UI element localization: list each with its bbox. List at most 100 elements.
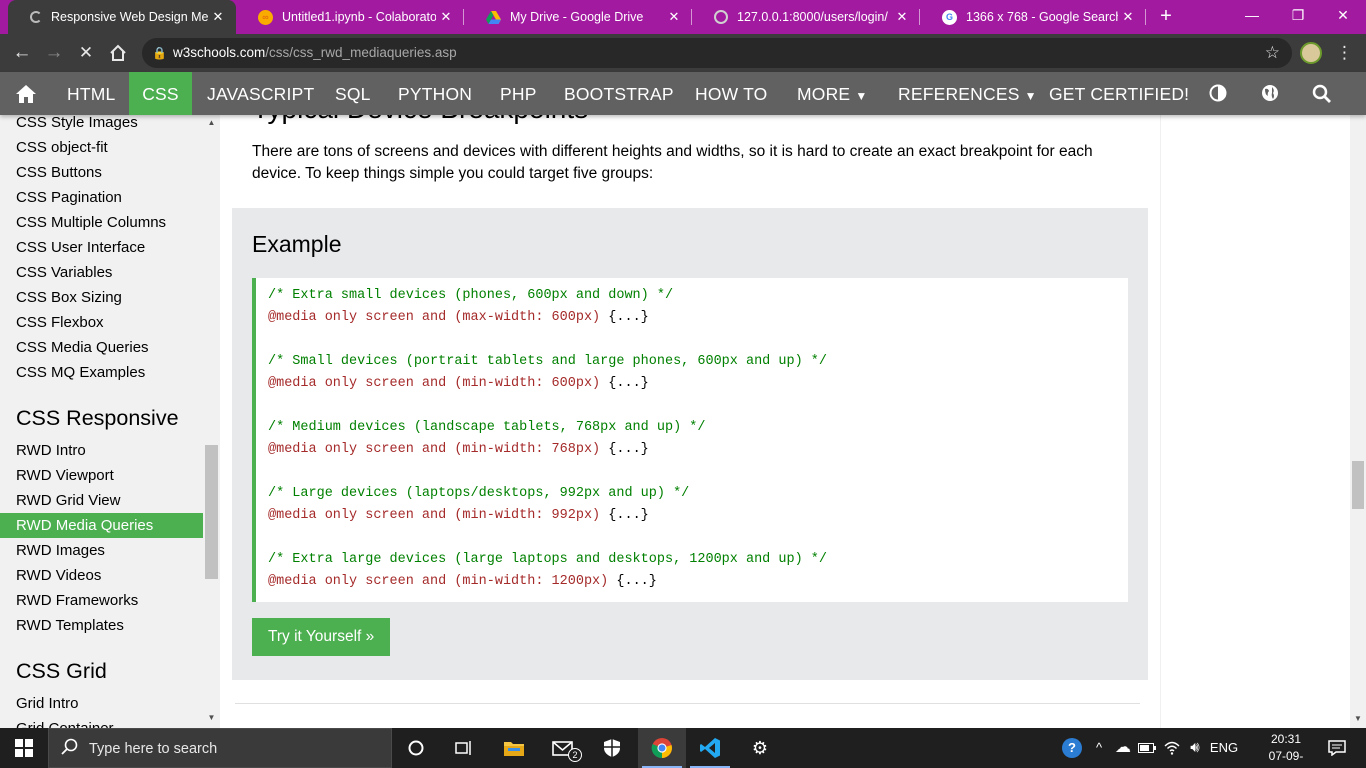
- tab-google-search[interactable]: G 1366 x 768 - Google Search ✕: [920, 0, 1146, 34]
- tab-title: 127.0.0.1:8000/users/login/: [737, 10, 888, 24]
- divider: [235, 703, 1140, 704]
- security-shield-icon[interactable]: [588, 728, 636, 768]
- close-tab-icon[interactable]: ✕: [892, 9, 912, 25]
- wifi-icon[interactable]: [1162, 728, 1182, 768]
- chevron-up-icon[interactable]: ^: [1090, 728, 1108, 768]
- close-tab-icon[interactable]: ✕: [664, 9, 684, 25]
- nav-bootstrap[interactable]: BOOTSTRAP: [564, 72, 674, 115]
- back-arrow-icon[interactable]: ←: [8, 40, 36, 66]
- chrome-taskbar-icon[interactable]: [638, 728, 686, 768]
- sidebar-item-css-variables[interactable]: CSS Variables: [0, 260, 203, 285]
- file-explorer-icon[interactable]: [490, 728, 538, 768]
- nav-more[interactable]: MORE ▼: [797, 72, 867, 115]
- nav-sql[interactable]: SQL: [335, 72, 371, 115]
- nav-references[interactable]: REFERENCES ▼: [898, 72, 1037, 115]
- sidebar-item-css-user-interface[interactable]: CSS User Interface: [0, 235, 203, 260]
- notification-center-icon[interactable]: [1322, 728, 1352, 768]
- battery-icon[interactable]: [1136, 728, 1158, 768]
- cortana-icon[interactable]: [392, 728, 440, 768]
- page-scroll-thumb[interactable]: [1352, 461, 1364, 509]
- page-scrollbar[interactable]: ▲ ▼: [1350, 72, 1366, 728]
- new-tab-button[interactable]: +: [1154, 5, 1178, 29]
- example-box: Example /* Extra small devices (phones, …: [232, 208, 1148, 680]
- sidebar-item-css-object-fit[interactable]: CSS object-fit: [0, 135, 203, 160]
- nav-python[interactable]: PYTHON: [398, 72, 472, 115]
- bookmark-star-icon[interactable]: ☆: [1265, 38, 1280, 68]
- restore-window-button[interactable]: ❐: [1275, 0, 1321, 32]
- stop-loading-icon[interactable]: ✕: [72, 40, 100, 66]
- profile-avatar[interactable]: [1300, 42, 1322, 64]
- url-text: w3schools.com/css/css_rwd_mediaqueries.a…: [173, 45, 457, 60]
- sidebar-item-rwd-templates[interactable]: RWD Templates: [0, 613, 203, 638]
- sidebar-heading-css-responsive: CSS Responsive: [16, 406, 179, 430]
- nav-get-certified[interactable]: GET CERTIFIED!: [1049, 72, 1189, 115]
- windows-taskbar: Type here to search 2 ⚙ ? ^ ☁ 🔊︎ ENG 20:…: [0, 728, 1366, 768]
- nav-javascript[interactable]: JAVASCRIPT: [207, 72, 314, 115]
- search-icon[interactable]: [1308, 72, 1336, 115]
- code-rule: @media only screen and (min-width: 992px…: [268, 508, 649, 523]
- close-tab-icon[interactable]: ✕: [1118, 9, 1138, 25]
- sidebar-item-css-flexbox[interactable]: CSS Flexbox: [0, 310, 203, 335]
- home-icon[interactable]: [8, 72, 44, 115]
- sidebar-item-rwd-viewport[interactable]: RWD Viewport: [0, 463, 203, 488]
- google-icon: G: [942, 9, 957, 25]
- address-bar[interactable]: 🔒 w3schools.com/css/css_rwd_mediaqueries…: [142, 38, 1292, 68]
- taskbar-search-box[interactable]: Type here to search: [48, 728, 392, 768]
- nav-php[interactable]: PHP: [500, 72, 537, 115]
- loading-spinner-icon: [30, 11, 42, 23]
- sidebar-item-css-media-queries[interactable]: CSS Media Queries: [0, 335, 203, 360]
- sidebar-item-rwd-images[interactable]: RWD Images: [0, 538, 203, 563]
- tab-colaboratory[interactable]: ∞ Untitled1.ipynb - Colaboratory ✕: [236, 0, 464, 34]
- sidebar-scroll-thumb[interactable]: [205, 445, 218, 579]
- tab-responsive-web-design[interactable]: Responsive Web Design Media ✕: [8, 0, 236, 34]
- sidebar-item-css-multiple-columns[interactable]: CSS Multiple Columns: [0, 210, 203, 235]
- tab-separator: [1145, 9, 1146, 25]
- code-rule: @media only screen and (min-width: 768px…: [268, 442, 649, 457]
- close-window-button[interactable]: ✕: [1320, 0, 1366, 32]
- forward-arrow-icon[interactable]: →: [40, 40, 68, 66]
- browser-menu-icon[interactable]: ⋮: [1336, 40, 1353, 66]
- globe-icon[interactable]: [1256, 72, 1284, 115]
- taskbar-clock[interactable]: 20:31 07-09-2020: [1256, 731, 1316, 768]
- minimize-window-button[interactable]: —: [1229, 0, 1275, 32]
- mail-icon[interactable]: 2: [540, 728, 588, 768]
- sidebar-item-css-pagination[interactable]: CSS Pagination: [0, 185, 203, 210]
- nav-css[interactable]: CSS: [129, 72, 192, 115]
- dark-mode-icon[interactable]: [1204, 72, 1232, 115]
- input-language[interactable]: ENG: [1208, 728, 1240, 768]
- home-icon[interactable]: [104, 40, 132, 66]
- sidebar-item-css-style-images[interactable]: CSS Style Images: [0, 115, 203, 135]
- sidebar-item-rwd-grid-view[interactable]: RWD Grid View: [0, 488, 203, 513]
- scroll-down-arrow-icon[interactable]: ▼: [1350, 714, 1366, 723]
- nav-how-to[interactable]: HOW TO: [695, 72, 768, 115]
- windows-start-icon[interactable]: [0, 728, 48, 768]
- sidebar-item-grid-container[interactable]: Grid Container: [0, 716, 203, 728]
- scroll-down-arrow-icon[interactable]: ▼: [204, 713, 219, 722]
- tab-google-drive[interactable]: My Drive - Google Drive ✕: [464, 0, 692, 34]
- sidebar-item-css-mq-examples[interactable]: CSS MQ Examples: [0, 360, 203, 385]
- nav-html[interactable]: HTML: [52, 72, 130, 115]
- code-rule: @media only screen and (min-width: 600px…: [268, 376, 649, 391]
- speaker-volume-icon[interactable]: 🔊︎: [1184, 728, 1206, 768]
- sidebar-item-rwd-media-queries[interactable]: RWD Media Queries: [0, 513, 203, 538]
- vscode-icon[interactable]: [686, 728, 734, 768]
- sidebar-scrollbar[interactable]: ▲ ▼: [204, 115, 219, 728]
- task-view-icon[interactable]: [440, 728, 488, 768]
- sidebar-item-rwd-videos[interactable]: RWD Videos: [0, 563, 203, 588]
- settings-gear-icon[interactable]: ⚙: [736, 728, 784, 768]
- close-tab-icon[interactable]: ✕: [208, 9, 228, 25]
- try-it-yourself-button[interactable]: Try it Yourself »: [252, 618, 391, 656]
- search-icon: [61, 738, 79, 761]
- sidebar-item-rwd-frameworks[interactable]: RWD Frameworks: [0, 588, 203, 613]
- sidebar-item-css-box-sizing[interactable]: CSS Box Sizing: [0, 285, 203, 310]
- onedrive-cloud-icon[interactable]: ☁: [1112, 728, 1134, 768]
- close-tab-icon[interactable]: ✕: [436, 9, 456, 25]
- colab-icon: ∞: [258, 9, 273, 25]
- tab-localhost-login[interactable]: 127.0.0.1:8000/users/login/ ✕: [692, 0, 920, 34]
- sidebar-item-grid-intro[interactable]: Grid Intro: [0, 691, 203, 716]
- sidebar-item-css-buttons[interactable]: CSS Buttons: [0, 160, 203, 185]
- scroll-up-arrow-icon[interactable]: ▲: [204, 118, 219, 127]
- sidebar-item-rwd-intro[interactable]: RWD Intro: [0, 438, 203, 463]
- code-comment: /* Large devices (laptops/desktops, 992p…: [268, 486, 690, 501]
- help-icon[interactable]: ?: [1060, 728, 1084, 768]
